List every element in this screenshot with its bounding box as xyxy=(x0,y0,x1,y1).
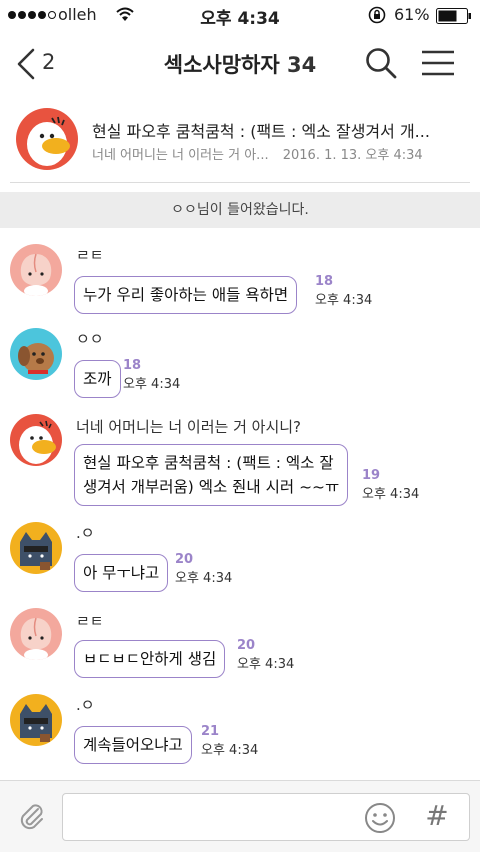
divider xyxy=(10,182,470,183)
message-meta: 19 오후 4:34 xyxy=(362,468,419,502)
message-meta: 18 오후 4:34 xyxy=(315,274,372,308)
message-time: 오후 4:34 xyxy=(123,377,181,392)
notice-title: 현실 파오후 쿰척쿰척 : (팩트 : 엑소 잘생겨서 개... xyxy=(92,122,430,141)
sender-name: ㄹㅌ xyxy=(76,246,104,264)
sender-name: ㄹㅌ xyxy=(76,612,104,630)
pinned-notice[interactable]: 현실 파오후 쿰척쿰척 : (팩트 : 엑소 잘생겨서 개... 너네 어머니는… xyxy=(0,98,480,183)
message-bubble[interactable]: 계속들어오냐고 xyxy=(74,726,192,764)
sender-name: .ㅇ xyxy=(76,696,95,714)
dog-avatar[interactable] xyxy=(10,328,62,380)
message-meta: 18 오후 4:34 xyxy=(123,358,180,392)
peach-avatar[interactable] xyxy=(10,244,62,296)
notice-preview: 너네 어머니는 너 이러는 거 아... xyxy=(92,148,269,163)
member-count: 34 xyxy=(287,53,317,77)
emoji-icon[interactable] xyxy=(364,802,396,834)
sender-name: .ㅇ xyxy=(76,524,95,542)
message-text-line: 생겨서 개부러움) 엑소 줜내 시러 ~~ㅠ xyxy=(83,478,340,496)
system-message: ㅇㅇ님이 들어왔습니다. xyxy=(0,192,480,228)
message-bubble[interactable]: 현실 파오후 쿰척쿰척 : (팩트 : 엑소 잘 생겨서 개부러움) 엑소 줜내… xyxy=(74,444,349,506)
search-icon[interactable] xyxy=(364,46,398,80)
unread-count: 21 xyxy=(201,724,220,739)
message-item: ㄹㅌ 누가 우리 좋아하는 애들 욕하면 18 오후 4:34 xyxy=(0,238,480,316)
sender-name: ㅇㅇ xyxy=(76,330,104,348)
status-bar: olleh 오후 4:34 61% xyxy=(0,0,480,30)
cat-avatar[interactable] xyxy=(10,694,62,746)
message-meta: 20 오후 4:34 xyxy=(175,552,232,586)
battery-percent: 61% xyxy=(394,5,430,24)
paperclip-icon[interactable] xyxy=(18,801,46,833)
menu-icon[interactable] xyxy=(420,48,456,78)
message-item: ㄹㅌ ㅂㄷㅂㄷ안하게 생김 20 오후 4:34 xyxy=(0,604,480,682)
message-time: 오후 4:34 xyxy=(175,571,233,586)
message-item: .ㅇ 계속들어오냐고 21 오후 4:34 xyxy=(0,690,480,770)
unread-count: 18 xyxy=(315,274,334,289)
message-bubble[interactable]: 누가 우리 좋아하는 애들 욕하면 xyxy=(74,276,298,314)
message-bubble[interactable]: 조까 xyxy=(74,360,121,398)
duck-avatar xyxy=(16,108,78,170)
message-time: 오후 4:34 xyxy=(201,743,259,758)
chat-name: 섹소사망하자 xyxy=(163,53,280,77)
hash-icon[interactable]: # xyxy=(424,799,450,833)
peach-avatar[interactable] xyxy=(10,608,62,660)
message-bubble[interactable]: 아 무ㅜ냐고 xyxy=(74,554,169,592)
message-meta: 20 오후 4:34 xyxy=(237,638,294,672)
chat-title: 섹소사망하자 34 xyxy=(0,49,480,79)
message-meta: 21 오후 4:34 xyxy=(201,724,258,758)
message-time: 오후 4:34 xyxy=(315,293,373,308)
message-item: .ㅇ 아 무ㅜ냐고 20 오후 4:34 xyxy=(0,518,480,594)
battery-icon xyxy=(436,8,471,24)
unread-count: 20 xyxy=(237,638,256,653)
message-input[interactable] xyxy=(62,793,470,841)
message-time: 오후 4:34 xyxy=(237,657,295,672)
cat-avatar[interactable] xyxy=(10,522,62,574)
message-text-line: 현실 파오후 쿰척쿰척 : (팩트 : 엑소 잘 xyxy=(83,454,334,472)
chat-header: 2 섹소사망하자 34 xyxy=(0,30,480,98)
notice-subtitle: 너네 어머니는 너 이러는 거 아... 2016. 1. 13. 오후 4:3… xyxy=(92,144,423,163)
message-bubble[interactable]: ㅂㄷㅂㄷ안하게 생김 xyxy=(74,640,226,678)
notice-date: 2016. 1. 13. 오후 4:34 xyxy=(282,148,423,163)
message-item: 너네 어머니는 너 이러는 거 아시니? 현실 파오후 쿰척쿰척 : (팩트 :… xyxy=(0,410,480,510)
message-input-bar: # xyxy=(0,780,480,852)
rotation-lock-icon xyxy=(368,6,386,24)
unread-count: 18 xyxy=(123,358,142,373)
sender-name: 너네 어머니는 너 이러는 거 아시니? xyxy=(76,418,302,436)
unread-count: 19 xyxy=(362,468,381,483)
duck-avatar[interactable] xyxy=(10,414,62,466)
message-item: ㅇㅇ 조까 18 오후 4:34 xyxy=(0,324,480,400)
message-time: 오후 4:34 xyxy=(362,487,420,502)
unread-count: 20 xyxy=(175,552,194,567)
